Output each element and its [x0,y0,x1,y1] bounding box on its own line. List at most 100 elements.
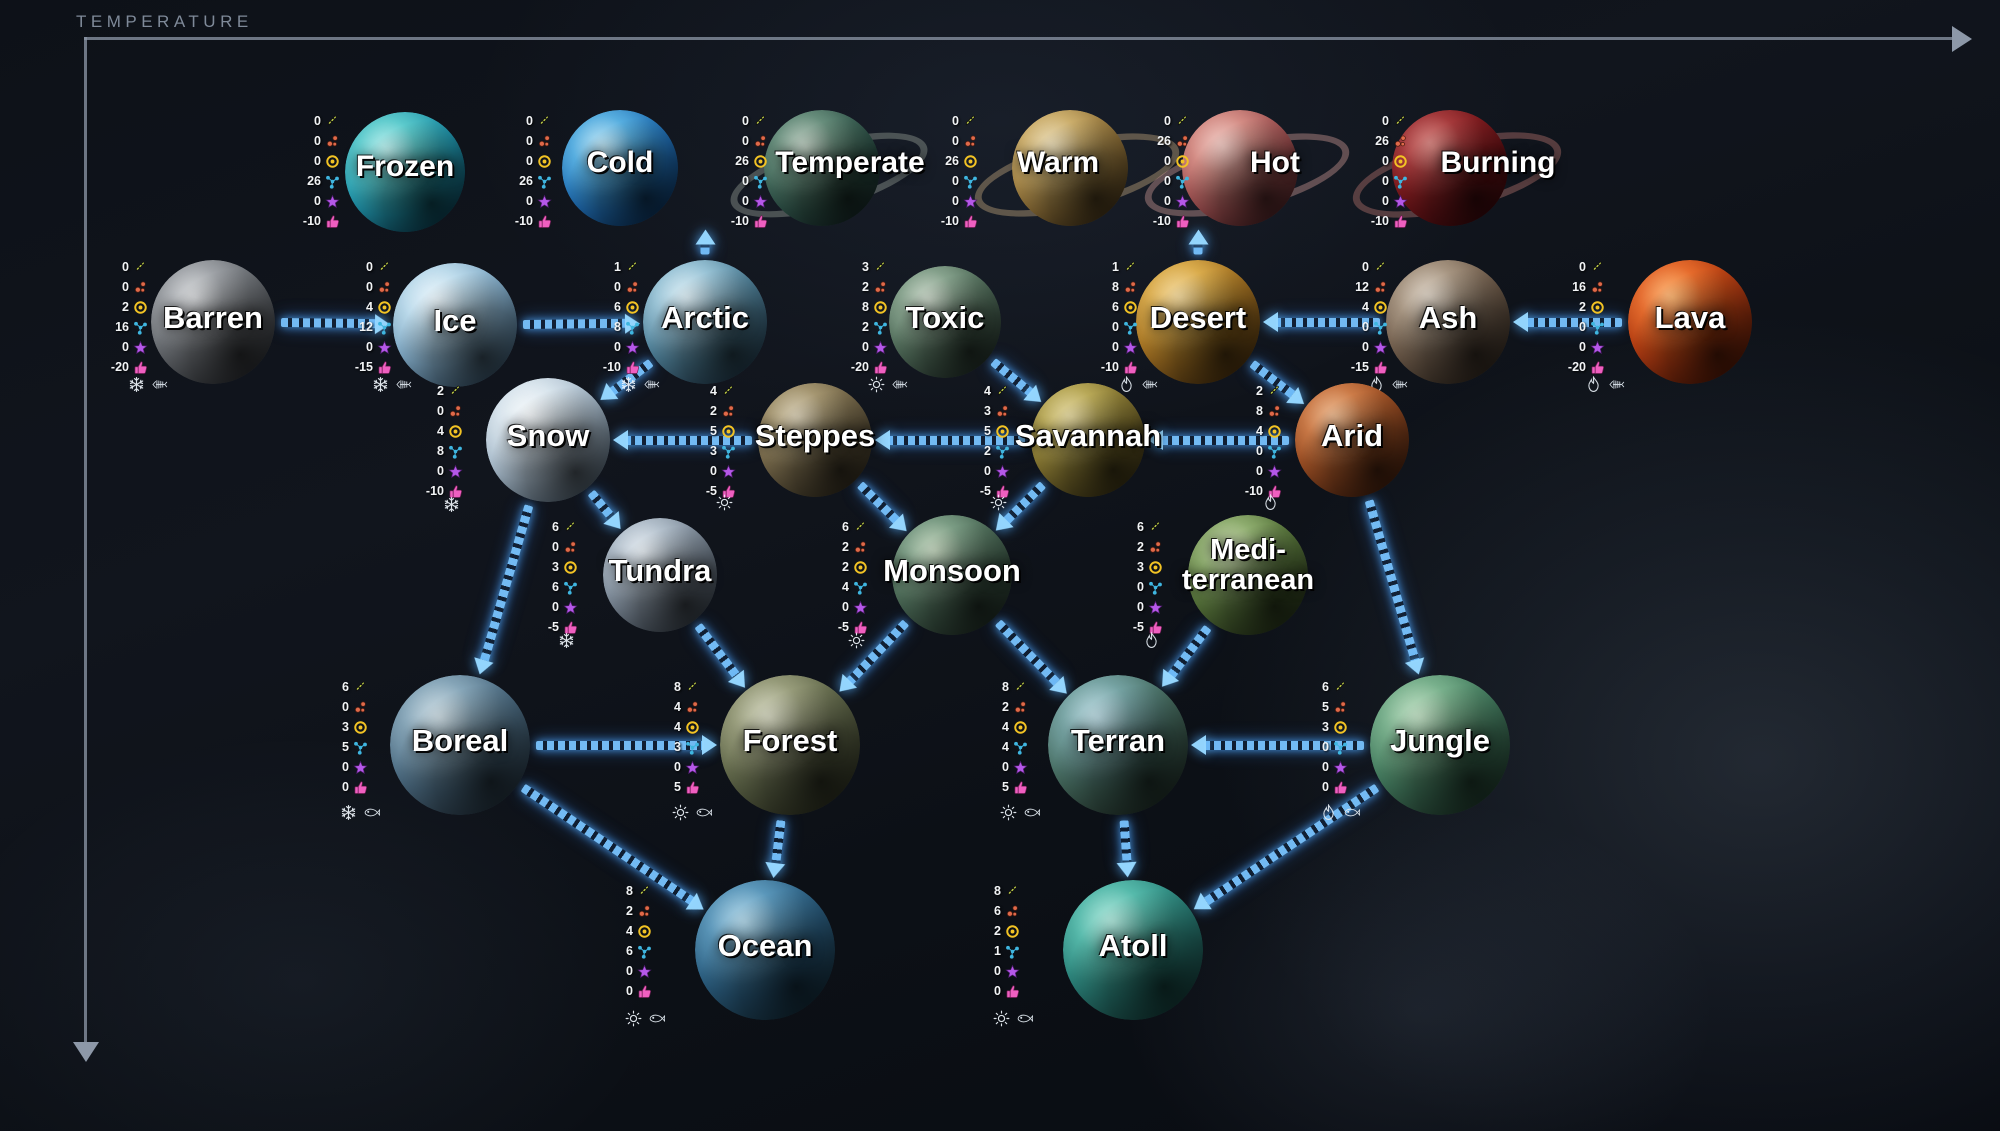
wheat-icon [963,114,978,129]
stat-value-influence: 0 [1579,340,1586,354]
minerals-icon [377,280,392,295]
planet-stats-terran: 8 2 4 4 0 5 [972,678,1028,796]
stat-row-research: 26 [301,172,340,190]
influence-star-icon [1590,340,1605,355]
research-icon [1148,580,1163,595]
flame-icon [1262,493,1279,511]
stat-value-influence: 0 [552,600,559,614]
stat-value-research: 2 [984,444,991,458]
influence-star-icon [685,760,700,775]
snowflake-icon [443,496,460,513]
energy-icon [1175,154,1190,169]
stat-value-habitability: -15 [354,360,373,374]
stat-value-influence: 0 [626,964,633,978]
stat-value-habitability: 5 [674,780,681,794]
stat-row-food: 0 [513,112,552,130]
wheat-icon [721,384,736,399]
stat-value-habitability: -5 [979,484,991,498]
biodiversity-axis-arrow-icon [73,1042,99,1062]
stat-value-minerals: 26 [1157,134,1171,148]
fossil-icon [1608,376,1625,393]
wheat-icon [1333,680,1348,695]
stat-value-energy: 2 [1579,300,1586,314]
stat-row-research: 0 [1151,172,1190,190]
energy-icon [353,720,368,735]
wheat-icon [753,114,768,129]
stat-value-minerals: 2 [710,404,717,418]
stat-value-energy: 2 [122,300,129,314]
stat-row-food: 0 [301,112,340,130]
stat-row-energy: 4 [613,922,652,940]
energy-icon [1373,300,1388,315]
stat-row-research: 0 [1243,442,1282,460]
stat-row-influence: 0 [1243,462,1282,480]
stat-row-research: 4 [829,578,868,596]
stat-row-influence: 0 [353,338,392,356]
minerals-icon [1123,280,1138,295]
sun-icon [716,494,733,511]
stat-value-minerals: 0 [314,134,321,148]
stat-value-influence: 0 [314,194,321,208]
stat-value-energy: 26 [945,154,959,168]
wheat-icon [685,680,700,695]
energy-icon [325,154,340,169]
minerals-icon [448,404,463,419]
wheat-icon [1013,680,1028,695]
wheat-icon [853,520,868,535]
stat-row-minerals: 2 [613,902,652,920]
stat-value-research: 26 [519,174,533,188]
planet-tags-desert [1118,375,1158,393]
planet-tags-toxic [868,375,908,393]
stat-value-habitability: -5 [837,620,849,634]
research-icon [685,740,700,755]
energy-icon [853,560,868,575]
energy-icon [563,560,578,575]
stat-row-research: 5 [329,738,368,756]
planet-type-chart: TEMPERATURE BIODIVERSITY Frozen000260-10… [0,0,2000,1131]
stat-row-habitability: 0 [329,778,368,796]
stat-row-habitability: -20 [109,358,148,376]
research-icon [1590,320,1605,335]
stat-row-habitability: -10 [1151,212,1190,230]
transition-arrow-tundra-to-forest [694,622,742,680]
stat-row-influence: 0 [981,962,1020,980]
flame-icon [1585,375,1602,393]
stat-row-influence: 0 [661,758,700,776]
stat-row-food: 0 [729,112,768,130]
planet-tags-tundra [558,631,575,649]
influence-star-icon [563,600,578,615]
influence-star-icon [637,964,652,979]
stat-row-habitability: -10 [1369,212,1408,230]
planet-stats-burning: 0 26 0 0 0 -10 [1352,112,1408,230]
temperature-axis-line [84,37,1960,40]
stat-value-influence: 0 [614,340,621,354]
transition-arrow-arctic-to-arctic-up [700,242,710,254]
habitability-thumb-icon [1005,984,1020,999]
habitability-thumb-icon [1013,780,1028,795]
planet-stats-atoll: 8 6 2 1 0 0 [964,882,1020,1000]
stat-row-minerals: 12 [1349,278,1388,296]
stat-row-influence: 0 [1151,192,1190,210]
stat-row-food: 0 [1349,258,1388,276]
stat-value-influence: 0 [842,600,849,614]
stat-row-food: 2 [1243,382,1282,400]
stat-value-influence: 0 [1256,464,1263,478]
stat-row-minerals: 3 [971,402,1010,420]
sun-icon [868,376,885,393]
stat-value-minerals: 0 [437,404,444,418]
stat-row-minerals: 0 [424,402,463,420]
stat-value-habitability: -10 [1370,214,1389,228]
stat-value-influence: 0 [1164,194,1171,208]
stat-value-habitability: -10 [514,214,533,228]
influence-star-icon [1013,760,1028,775]
research-icon [377,320,392,335]
stat-value-food: 2 [1256,384,1263,398]
planet-tags-barren [128,375,168,393]
energy-icon [1393,154,1408,169]
stat-value-food: 0 [526,114,533,128]
stat-row-food: 6 [329,678,368,696]
stat-value-energy: 0 [1164,154,1171,168]
stat-row-energy: 4 [989,718,1028,736]
stat-row-influence: 0 [1309,758,1348,776]
stat-row-energy: 26 [729,152,768,170]
